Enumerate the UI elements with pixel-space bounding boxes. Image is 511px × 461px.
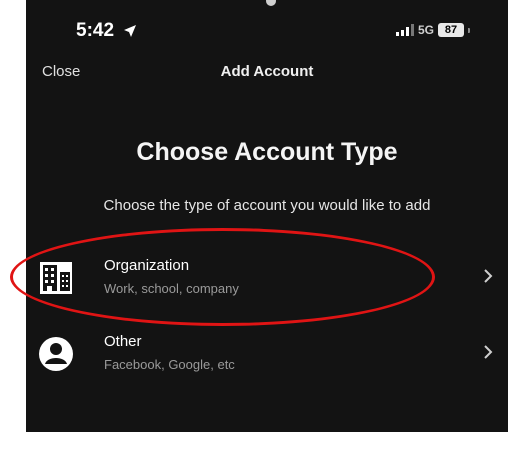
option-other-subtitle: Facebook, Google, etc — [104, 357, 235, 372]
status-time: 5:42 — [76, 20, 137, 42]
option-organization-subtitle: Work, school, company — [104, 281, 239, 296]
page-title: Choose Account Type — [136, 138, 398, 166]
battery-icon: 87 — [438, 23, 464, 37]
chevron-right-icon — [484, 345, 493, 359]
person-icon — [39, 337, 73, 371]
battery-tip — [468, 27, 470, 33]
chevron-right-icon — [484, 269, 493, 283]
option-other-title: Other — [104, 333, 142, 350]
camera-dot — [266, 0, 276, 6]
option-organization[interactable]: Organization Work, school, company — [26, 248, 508, 308]
phone-screen: 5:42 5G 87 Close Add Account Choose Acco… — [26, 0, 508, 432]
nav-title: Add Account — [220, 63, 314, 80]
signal-strength-icon — [395, 24, 414, 36]
page-subtitle: Choose the type of account you would lik… — [103, 197, 431, 214]
option-organization-title: Organization — [104, 257, 190, 274]
network-type: 5G — [417, 23, 434, 37]
option-other[interactable]: Other Facebook, Google, etc — [26, 324, 508, 384]
location-arrow-icon — [124, 25, 137, 37]
status-indicators: 5G 87 — [395, 23, 470, 37]
building-icon — [40, 262, 72, 294]
